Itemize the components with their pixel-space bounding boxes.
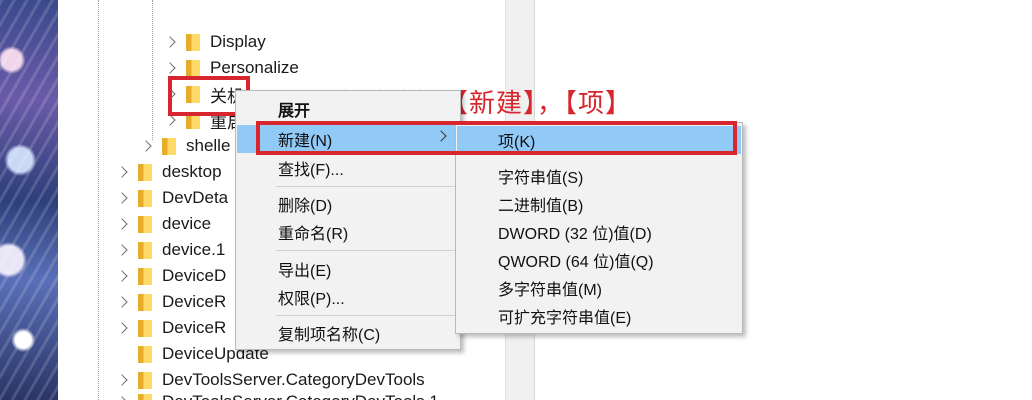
tree-guide-line [98,0,99,400]
tree-node-label: device.1 [162,240,226,259]
chevron-right-icon[interactable] [116,395,130,400]
tree-node[interactable]: device.1 [116,237,225,263]
chevron-right-icon[interactable] [116,295,130,309]
chevron-right-icon[interactable] [116,191,130,205]
menu-separator [276,315,458,316]
highlight-box-new-key [256,121,737,155]
tree-node[interactable]: DeviceR [116,289,226,315]
tree-node-label: shelle [186,136,231,155]
chevron-right-icon[interactable] [164,61,178,75]
folder-icon [138,393,152,400]
submenu-item-dword-value[interactable]: DWORD (32 位)值(D) [457,218,741,246]
chevron-right-icon[interactable] [140,139,154,153]
folder-icon [138,293,152,311]
chevron-right-icon[interactable] [116,321,130,335]
submenu-item-qword-value[interactable]: QWORD (64 位)值(Q) [457,246,741,274]
tree-node-label: DeviceD [162,266,227,285]
submenu-item-expandable-string-value[interactable]: 可扩充字符串值(E) [457,302,741,330]
tree-node-label: desktop [162,162,222,181]
folder-icon [138,215,152,233]
folder-icon [186,33,200,51]
menu-item-expand[interactable]: 展开 [237,95,459,123]
tree-node[interactable]: shelle [140,133,230,159]
chevron-right-icon[interactable] [116,217,130,231]
desktop-wallpaper [0,0,58,400]
tree-node-label: DevToolsServer.CategoryDevTools [162,370,425,389]
tree-node-label: device [162,214,212,233]
tree-node-label: DeviceR [162,292,227,311]
folder-icon [186,59,200,77]
menu-item-export[interactable]: 导出(E) [237,255,459,283]
folder-icon [162,137,176,155]
tree-guide-line [152,0,153,140]
folder-icon [138,319,152,337]
chevron-right-icon[interactable] [116,243,130,257]
folder-icon [138,241,152,259]
tree-node[interactable]: desktop [116,159,222,185]
tree-node[interactable]: DeviceD [116,263,226,289]
folder-icon [138,163,152,181]
tree-node-label: Personalize [210,58,299,77]
menu-separator [276,186,458,187]
tree-node-label: DeviceR [162,318,227,337]
chevron-right-icon[interactable] [164,35,178,49]
tree-node[interactable]: device [116,211,211,237]
menu-item-copy-key-name[interactable]: 复制项名称(C) [237,319,459,347]
menu-item-delete[interactable]: 删除(D) [237,190,459,218]
tree-node-label: Display [210,32,266,51]
chevron-right-icon[interactable] [116,269,130,283]
tree-node-label: DevToolsServer.CategoryDevTools.1 [162,392,439,400]
submenu-item-binary-value[interactable]: 二进制值(B) [457,190,741,218]
tree-node[interactable]: DevToolsServer.CategoryDevTools.1 [116,389,439,400]
menu-separator [276,250,458,251]
submenu-item-string-value[interactable]: 字符串值(S) [457,162,741,190]
screenshot: Display Personalize 关机 重启 shelle desktop… [0,0,1032,400]
menu-item-rename[interactable]: 重命名(R) [237,218,459,246]
submenu-item-multi-string-value[interactable]: 多字符串值(M) [457,274,741,302]
folder-icon [138,371,152,389]
folder-icon [138,345,152,363]
tree-node[interactable]: DevDeta [116,185,228,211]
folder-icon [138,267,152,285]
menu-item-permissions[interactable]: 权限(P)... [237,283,459,311]
chevron-right-icon[interactable] [116,165,130,179]
menu-item-find[interactable]: 查找(F)... [237,154,459,182]
tree-node[interactable]: DeviceR [116,315,226,341]
tree-node[interactable]: Display [164,29,266,55]
folder-icon [138,189,152,207]
tree-node-label: DevDeta [162,188,229,207]
chevron-right-icon[interactable] [116,373,130,387]
